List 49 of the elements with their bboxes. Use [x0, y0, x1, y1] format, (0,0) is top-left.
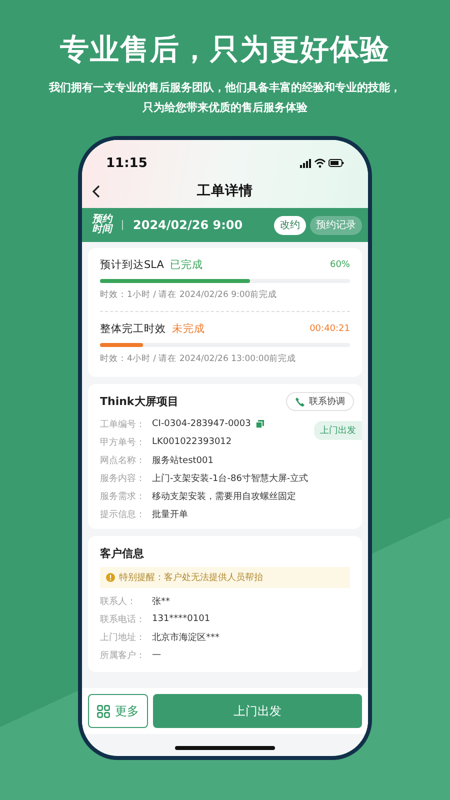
project-title: Think大屏项目	[100, 394, 178, 409]
field-label: 联系电话：	[100, 614, 146, 626]
sla-status: 已完成	[170, 258, 203, 272]
appointment-label: 预约 时间	[92, 215, 112, 235]
field-value: CI-0304-283947-0003	[152, 419, 251, 429]
field-label: 甲方单号：	[100, 436, 146, 448]
field-label: 工单编号：	[100, 418, 146, 430]
field-value: 批量开单	[152, 508, 188, 520]
field-value: 移动支架安装，需要用自攻螺丝固定	[152, 490, 296, 502]
alert-text: 特别提醒：客户处无法提供人员帮抬	[119, 572, 263, 584]
sla-status: 未完成	[172, 322, 205, 336]
sla-name: 预计到达SLA	[100, 258, 164, 272]
customer-title: 客户信息	[100, 546, 145, 561]
sla-name: 整体完工时效	[100, 322, 166, 336]
sla-note: 时效：4小时 / 请在 2024/02/26 13:00:00前完成	[100, 353, 298, 366]
field-label: 服务内容：	[100, 472, 146, 484]
field-label: 所属客户：	[100, 650, 146, 662]
copy-icon[interactable]	[256, 420, 264, 428]
page-title: 工单详情	[197, 182, 253, 200]
field-value: 131****0101	[152, 614, 210, 624]
field-label: 上门地址：	[100, 632, 146, 644]
field-label: 服务需求：	[100, 490, 146, 502]
appointment-datetime: 2024/02/26 9:00	[133, 218, 243, 232]
sla-note: 时效：1小时 / 请在 2024/02/26 9:00前完成	[100, 289, 278, 302]
more-button[interactable]: 更多	[88, 694, 148, 728]
info-icon	[106, 573, 115, 582]
subtitle: 我们拥有一支专业的售后服务团队，他们具备丰富的经验和专业的技能，只为给您带来优质的售后服务体验	[49, 80, 401, 116]
field-value: 北京市海淀区***	[152, 632, 220, 644]
sla-reading: 00:40:21	[310, 324, 350, 334]
field-value: 张**	[152, 596, 170, 608]
history-button[interactable]: 预约记录	[310, 216, 362, 234]
reschedule-button[interactable]: 改约	[274, 216, 306, 234]
headline: 专业售后，只为更好体验	[60, 31, 390, 68]
status-tag: 上门出发	[314, 421, 362, 440]
status-time: 11:15	[106, 156, 148, 170]
field-label: 网点名称：	[100, 454, 146, 466]
field-value: 上门-支架安装-1台-86寸智慧大屏-立式	[152, 472, 308, 484]
contact-button[interactable]: 联系协调	[286, 392, 354, 411]
depart-button[interactable]: 上门出发	[153, 694, 362, 728]
back-icon[interactable]	[92, 185, 100, 198]
sla-reading: 60%	[330, 260, 350, 270]
status-icons	[300, 158, 344, 168]
field-value: LK001022393012	[152, 437, 232, 447]
field-label: 联系人：	[100, 596, 137, 608]
phone-icon	[295, 396, 305, 406]
field-value: —	[152, 650, 161, 660]
field-value: 服务站test001	[152, 454, 214, 466]
grid-icon	[97, 704, 110, 718]
field-label: 提示信息：	[100, 508, 146, 520]
